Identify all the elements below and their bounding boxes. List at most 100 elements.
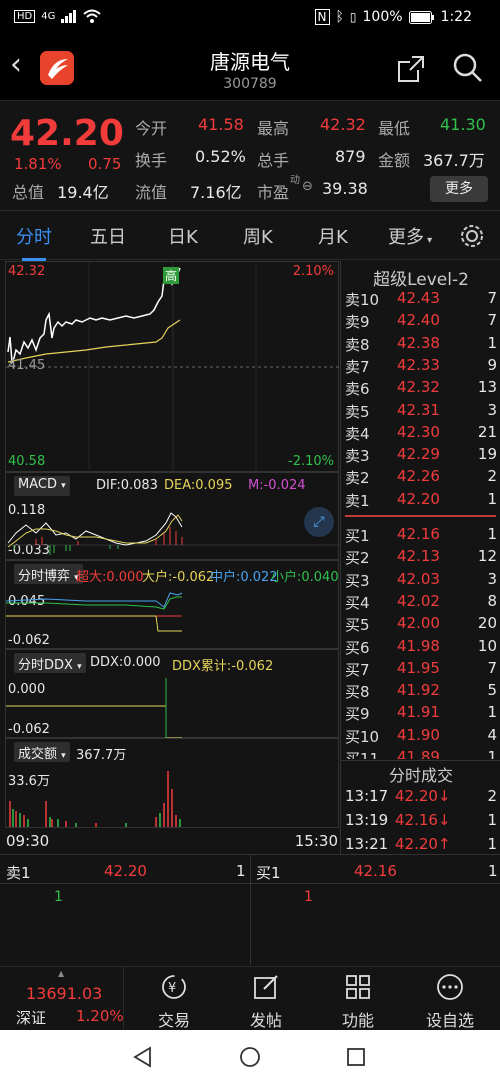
index-pct: 1.20%	[76, 1007, 124, 1025]
settings-gear-icon[interactable]	[459, 223, 485, 249]
order-book[interactable]: 超级Level-2 卖10 42.43 7 卖9 42.40 7 卖8 42.38 1 卖7 42.…	[340, 261, 500, 854]
buy-row[interactable]: 买11 41.89 1	[341, 748, 500, 759]
quote-pe: 市盈	[257, 183, 290, 202]
edit-icon	[254, 975, 278, 999]
tab-monthly-k[interactable]: 月K	[318, 223, 348, 249]
avg-price-line	[7, 319, 181, 363]
buy-level: 买4	[345, 593, 370, 612]
nav-trade[interactable]: ¥ 交易	[124, 967, 224, 1030]
sell-row[interactable]: 卖4 42.30 21	[341, 423, 500, 445]
buy-volume: 1	[487, 748, 497, 759]
quote-low: 最低	[378, 119, 411, 138]
buy-row[interactable]: 买5 42.00 20	[341, 614, 500, 636]
index-value: 13691.03	[26, 984, 103, 1003]
tick-row: 13:17 42.20↓ 2	[341, 787, 500, 809]
macd-chart	[6, 512, 340, 555]
buy-row[interactable]: 买9 41.91 1	[341, 703, 500, 725]
quote-pe-value: 39.38	[322, 179, 368, 198]
sell-level: 卖8	[345, 335, 370, 354]
buy-volume: 5	[487, 681, 497, 700]
nav-functions[interactable]: 功能	[308, 967, 408, 1030]
system-nav-bar	[0, 1030, 500, 1083]
bottom-buy1-price: 42.16	[354, 862, 397, 880]
nav-trade-label: 交易	[157, 1011, 190, 1030]
sell-row[interactable]: 卖9 42.40 7	[341, 311, 500, 333]
sell-volume: 7	[487, 289, 497, 307]
network-type: HD	[14, 9, 36, 23]
tick-row: 13:19 42.16↓ 1	[341, 811, 500, 833]
back-triangle-icon[interactable]	[132, 1046, 154, 1068]
recents-square-icon[interactable]	[346, 1047, 366, 1067]
clock: 1:22	[440, 9, 472, 25]
buy-price: 41.89	[397, 748, 440, 759]
buy-volume: 4	[487, 725, 497, 744]
buy-level: 买5	[345, 616, 370, 635]
sell-price: 42.38	[397, 333, 440, 352]
trade-icon: ¥	[162, 975, 186, 999]
sell-row[interactable]: 卖7 42.33 9	[341, 356, 500, 378]
more-dots-icon	[437, 974, 463, 1000]
buy-row[interactable]: 买6 41.98 10	[341, 637, 500, 659]
sell-row[interactable]: 卖5 42.31 3	[341, 401, 500, 423]
quote-high: 最高	[257, 119, 290, 138]
level2-title: 超级Level-2	[373, 270, 469, 290]
sell1-queue-item: 1	[54, 889, 63, 905]
more-quote-button[interactable]: 更多	[430, 176, 488, 202]
buy-volume: 12	[477, 547, 497, 566]
buy-level: 买6	[345, 638, 370, 657]
sell-volume: 1	[487, 333, 497, 352]
buy-row[interactable]: 买2 42.13 12	[341, 547, 500, 569]
sell-volume: 19	[477, 445, 497, 464]
tab-five-day[interactable]: 五日	[90, 223, 126, 249]
buy-row[interactable]: 买1 42.16 1	[341, 525, 500, 547]
search-icon[interactable]	[452, 52, 484, 84]
expand-icon[interactable]: ⤢	[304, 507, 334, 537]
change-percent: 1.81%	[14, 155, 62, 173]
buy-price: 41.95	[397, 658, 440, 677]
sell-row[interactable]: 卖1 42.20 1	[341, 490, 500, 512]
home-circle-icon[interactable]	[239, 1046, 261, 1068]
ticks-divider	[341, 760, 500, 761]
quote-turnover-value: 0.52%	[195, 147, 246, 166]
tab-weekly-k[interactable]: 周K	[243, 223, 273, 249]
buy-level: 买3	[345, 571, 370, 590]
tick-price: 42.20↓	[395, 787, 451, 805]
sell-row[interactable]: 卖6 42.32 13	[341, 378, 500, 400]
sell-row[interactable]: 卖3 42.29 19	[341, 445, 500, 467]
buy-row[interactable]: 买8 41.92 5	[341, 681, 500, 703]
macd-panel: MACD ▾ DIF:0.083 DEA:0.095 M:-0.024 0.11…	[5, 472, 340, 560]
index-ticker[interactable]: ▲ 13691.03 深证 1.20%	[0, 967, 124, 1030]
sell-volume: 13	[477, 378, 497, 397]
sell-volume: 9	[487, 355, 497, 374]
bottom-buy1-label: 买1	[256, 864, 281, 882]
buy-row[interactable]: 买10 41.90 4	[341, 726, 500, 748]
share-icon[interactable]	[396, 54, 426, 84]
tab-intraday[interactable]: 分时	[16, 223, 52, 261]
nav-add-watchlist[interactable]: 设自选	[400, 967, 500, 1030]
sell-row[interactable]: 卖2 42.26 2	[341, 467, 500, 489]
tick-price: 42.20↑	[395, 835, 451, 853]
battery-icon	[408, 10, 434, 24]
buy-row[interactable]: 买4 42.02 8	[341, 592, 500, 614]
quote-volume: 总手	[257, 151, 290, 170]
quote-high-value: 42.32	[320, 115, 366, 134]
grid-icon	[346, 975, 370, 999]
tick-time: 13:21	[345, 835, 389, 853]
bottom-buy1-vol: 1	[488, 862, 498, 880]
status-bar: HD 4G N ᛒ ▯ 100% 1:22	[0, 0, 500, 36]
pe-info-icon[interactable]: ⊖	[302, 179, 313, 194]
intraday-chart-area[interactable]: 42.32 2.10% 41.45 40.58 -2.10% 高 MACD ▾ …	[0, 261, 340, 854]
tab-daily-k[interactable]: 日K	[168, 223, 198, 249]
sell-level: 卖9	[345, 313, 370, 332]
quote-total-value: 总值 19.4亿	[12, 183, 109, 202]
buy-row[interactable]: 买3 42.03 3	[341, 570, 500, 592]
sell-row[interactable]: 卖10 42.43 7	[341, 289, 500, 311]
sell-row[interactable]: 卖8 42.38 1	[341, 334, 500, 356]
buy-level: 买2	[345, 549, 370, 568]
buy-row[interactable]: 买7 41.95 7	[341, 659, 500, 681]
tab-more[interactable]: 更多 ▾	[388, 223, 432, 249]
nav-post[interactable]: 发帖	[216, 967, 316, 1030]
pre-close-label: 41.45	[8, 358, 46, 373]
buy-price: 42.16	[397, 525, 440, 543]
sell-price: 42.31	[397, 400, 440, 419]
